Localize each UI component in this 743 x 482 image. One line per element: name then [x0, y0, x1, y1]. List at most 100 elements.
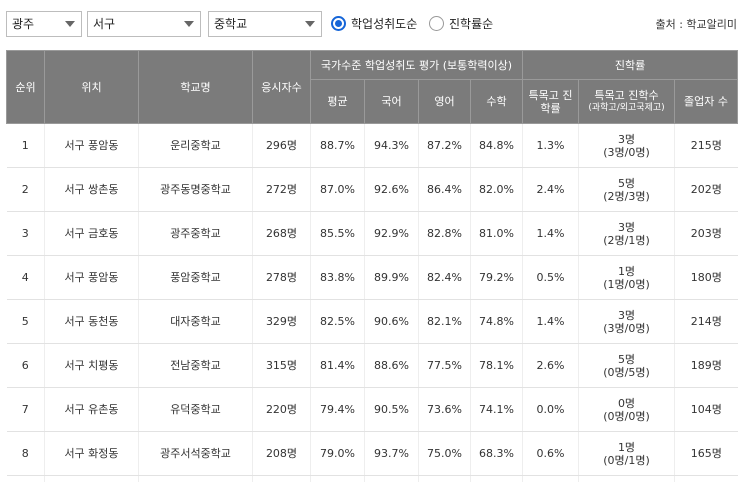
cell-school: 광주서석중학교: [138, 431, 253, 476]
special-count-total: 3명: [617, 132, 636, 146]
cell-korean: 90.6%: [364, 299, 419, 344]
cell-average: 87.0%: [310, 167, 365, 212]
table-row: 3 서구 금호동 광주중학교 268명 85.5% 92.9% 82.8% 81.0% 1.4%…: [6, 211, 738, 256]
cell-school: 광주중학교: [138, 211, 253, 256]
cell-special-count: 1명 (1명/0명): [578, 255, 675, 300]
table-header: 순위 위치 학교명 응시자수 국가수준 학업성취도 평가 (보통학력이상) 진학…: [6, 50, 739, 124]
cell-rank: 3: [6, 211, 45, 256]
cell-school: 유덕중학교: [138, 387, 253, 432]
special-count-total: 3명: [617, 220, 636, 234]
cell-examinees: 268명: [252, 211, 311, 256]
special-count-total: 5명: [617, 176, 636, 190]
cell-english: 82.8%: [418, 211, 471, 256]
table-row: 4 서구 풍암동 풍암중학교 278명 83.8% 89.9% 82.4% 79.2% 0.5%…: [6, 255, 738, 300]
special-count-total: 0명: [617, 396, 636, 410]
cell-special-rate: 0.5%: [522, 255, 579, 300]
radio-unchecked-icon: [429, 15, 444, 31]
cell-average: 79.0%: [310, 431, 365, 476]
school-ranking-table: 순위 위치 학교명 응시자수 국가수준 학업성취도 평가 (보통학력이상) 진학…: [6, 50, 739, 482]
special-count-breakdown: (3명/0명): [603, 321, 650, 335]
cell-examinees: 220명: [252, 387, 311, 432]
cell-average: 81.4%: [310, 343, 365, 388]
special-count-breakdown: (0명/5명): [603, 365, 650, 379]
cell-location: 서구 금호동: [44, 211, 139, 256]
header-math: 수학: [470, 79, 523, 124]
cell-special-count: 5명 (2명/3명): [578, 167, 675, 212]
cell-rank: 2: [6, 167, 45, 212]
school-level-select-value: 중학교: [214, 17, 248, 31]
table-row: 1 서구 풍암동 운리중학교 296명 88.7% 94.3% 87.2% 84.8% 1.3%…: [6, 123, 738, 168]
cell-empty: [522, 475, 579, 482]
special-count-breakdown: (0명/0명): [603, 409, 650, 423]
header-special-count: 특목고 진학수 (과학고/외고국제고): [578, 79, 675, 124]
cell-empty: [310, 475, 365, 482]
cell-english: 86.4%: [418, 167, 471, 212]
cell-graduates: 165명: [673, 431, 738, 476]
cell-empty: [578, 475, 675, 482]
cell-school: 운리중학교: [138, 123, 253, 168]
cell-location: 서구 치평동: [44, 343, 139, 388]
cell-rank: 8: [6, 431, 45, 476]
cell-empty: [470, 475, 523, 482]
cell-special-count: 3명 (3명/0명): [578, 123, 675, 168]
table-row: 6 서구 치평동 전남중학교 315명 81.4% 88.6% 77.5% 78.1% 2.6%…: [6, 343, 738, 388]
cell-examinees: 315명: [252, 343, 311, 388]
cell-rank: 1: [6, 123, 45, 168]
special-count-total: 1명: [617, 264, 636, 278]
cell-math: 81.0%: [470, 211, 523, 256]
cell-location: 서구 유촌동: [44, 387, 139, 432]
cell-examinees: 329명: [252, 299, 311, 344]
cell-korean: 94.3%: [364, 123, 419, 168]
cell-special-rate: 2.6%: [522, 343, 579, 388]
header-special-count-label: 특목고 진학수: [594, 88, 659, 102]
cell-graduates: 104명: [673, 387, 738, 432]
cell-math: 82.0%: [470, 167, 523, 212]
cell-average: 79.4%: [310, 387, 365, 432]
school-level-select[interactable]: 중학교: [208, 11, 322, 37]
cell-special-rate: 1.4%: [522, 299, 579, 344]
cell-empty: [673, 475, 738, 482]
district-select-value: 서구: [93, 17, 116, 31]
cell-empty: [138, 475, 253, 482]
cell-special-rate: 0.0%: [522, 387, 579, 432]
table-body: 1 서구 풍암동 운리중학교 296명 88.7% 94.3% 87.2% 84.8% 1.3%…: [6, 123, 738, 482]
cell-math: 74.1%: [470, 387, 523, 432]
header-special-rate: 특목고 진학률: [522, 79, 579, 124]
region-select[interactable]: 광주: [6, 11, 82, 37]
cell-rank: 4: [6, 255, 45, 300]
cell-school: 대자중학교: [138, 299, 253, 344]
special-count-total: 5명: [617, 352, 636, 366]
special-count-breakdown: (0명/1명): [603, 453, 650, 467]
cell-korean: 89.9%: [364, 255, 419, 300]
cell-average: 85.5%: [310, 211, 365, 256]
filter-bar: 광주 서구 중학교 학업성취도순 진학률순 출처 : 학교알리미: [0, 0, 743, 44]
cell-location: 서구 풍암동: [44, 255, 139, 300]
special-count-breakdown: (3명/0명): [603, 145, 650, 159]
cell-special-rate: 1.3%: [522, 123, 579, 168]
cell-school: 전남중학교: [138, 343, 253, 388]
cell-location: 서구 쌍촌동: [44, 167, 139, 212]
cell-special-count: 3명 (3명/0명): [578, 299, 675, 344]
cell-special-count: 5명 (0명/5명): [578, 343, 675, 388]
cell-location: 서구 풍암동: [44, 123, 139, 168]
cell-english: 82.1%: [418, 299, 471, 344]
cell-empty: [44, 475, 139, 482]
special-count-breakdown: (2명/1명): [603, 233, 650, 247]
sort-achievement-radio[interactable]: 학업성취도순: [331, 14, 417, 32]
cell-korean: 92.6%: [364, 167, 419, 212]
cell-empty: [7, 476, 45, 482]
header-examinees: 응시자수: [252, 50, 311, 124]
header-advance-group: 진학률: [521, 50, 739, 80]
chevron-down-icon: [65, 21, 75, 27]
region-select-value: 광주: [12, 17, 35, 31]
header-achievement-group: 국가수준 학업성취도 평가 (보통학력이상): [310, 50, 523, 80]
cell-graduates: 189명: [673, 343, 738, 388]
cell-math: 78.1%: [470, 343, 523, 388]
cell-average: 88.7%: [310, 123, 365, 168]
special-count-total: 1명: [617, 440, 636, 454]
sort-advance-radio[interactable]: 진학률순: [429, 14, 493, 32]
cell-graduates: 214명: [673, 299, 738, 344]
cell-average: 82.5%: [310, 299, 365, 344]
cell-english: 75.0%: [418, 431, 471, 476]
district-select[interactable]: 서구: [87, 11, 201, 37]
